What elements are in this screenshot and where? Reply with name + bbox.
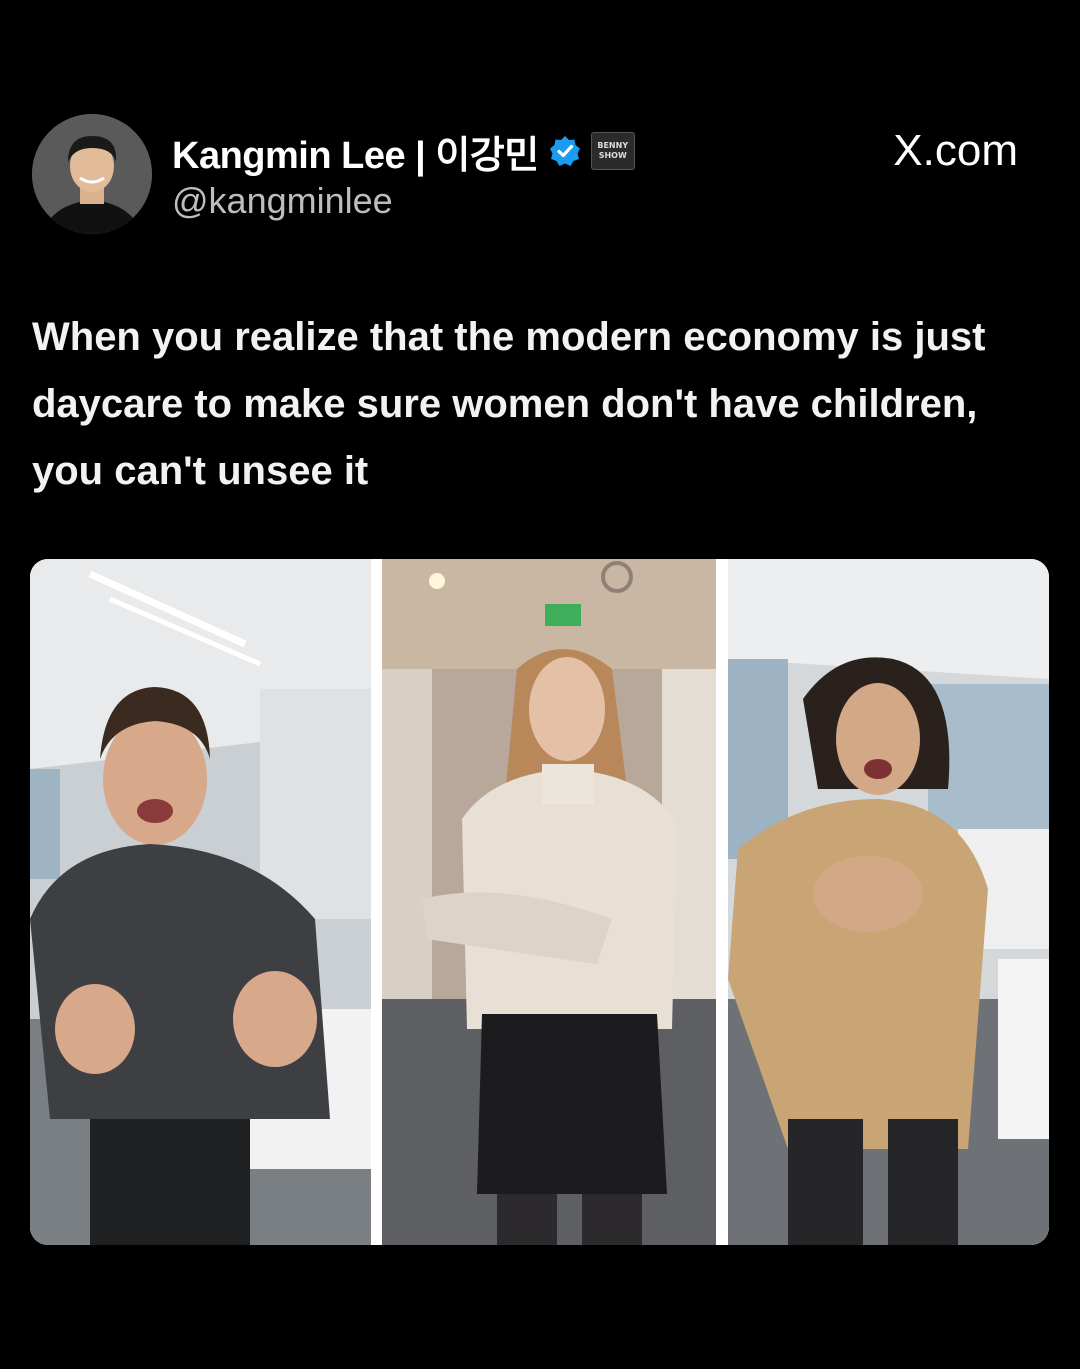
media-panel-right[interactable]: [728, 559, 1049, 1245]
affiliation-badge-line1: BENNY: [597, 141, 629, 150]
author-name-row: Kangmin Lee | 이강민 BENNY SHOW: [172, 124, 635, 179]
verified-badge-icon: [549, 135, 581, 167]
author-avatar[interactable]: [32, 114, 152, 234]
author-display-name[interactable]: Kangmin Lee | 이강민: [172, 124, 539, 179]
tweet-text: When you realize that the modern economy…: [32, 315, 986, 493]
affiliation-badge[interactable]: BENNY SHOW: [590, 132, 635, 170]
author-handle[interactable]: @kangminlee: [172, 180, 393, 222]
site-label: X.com: [893, 126, 1018, 175]
tweet-media[interactable]: [30, 559, 1049, 1245]
media-panel-left[interactable]: [30, 559, 371, 1245]
media-panel-middle[interactable]: [382, 559, 716, 1245]
affiliation-badge-line2: SHOW: [598, 151, 627, 160]
media-divider: [371, 559, 382, 1245]
media-divider: [716, 559, 728, 1245]
